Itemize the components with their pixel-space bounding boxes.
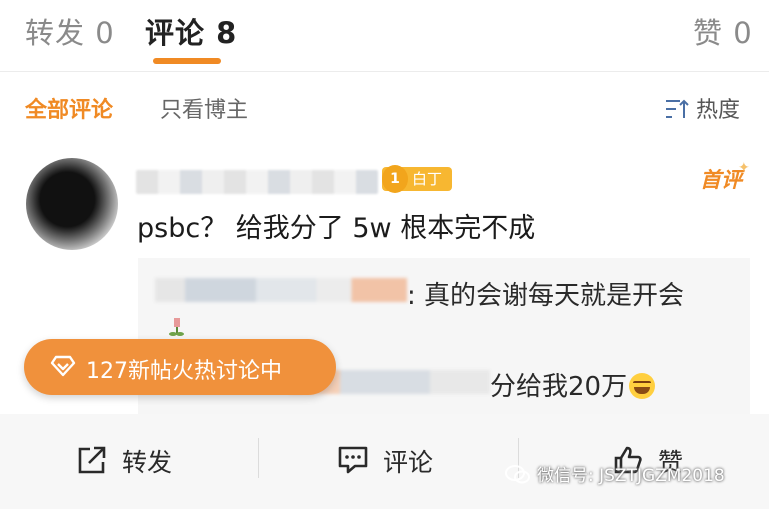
avatar[interactable] xyxy=(26,158,118,250)
level-label: 白丁 xyxy=(412,170,443,188)
share-icon xyxy=(78,446,106,474)
repost-button[interactable]: 转发 xyxy=(76,443,172,479)
tab-likes[interactable]: 赞 0 xyxy=(693,10,753,52)
header-divider xyxy=(0,71,769,72)
tab-comments[interactable]: 评论 8 xyxy=(145,10,237,52)
first-comment-tag: 首评 xyxy=(700,168,742,192)
repost-label: 转发 xyxy=(122,448,173,477)
username-blurred[interactable] xyxy=(136,170,378,194)
sort-by-heat-button[interactable]: 热度 xyxy=(664,92,740,124)
diamond-icon xyxy=(50,355,76,377)
laughing-emoji-icon xyxy=(629,373,656,399)
comment-label: 评论 xyxy=(383,448,434,477)
comment-icon xyxy=(338,446,368,474)
filter-author-only[interactable]: 只看博主 xyxy=(160,92,248,124)
reply-text: : 真的会谢每天就是开会 xyxy=(407,281,685,311)
active-tab-indicator xyxy=(153,58,221,64)
level-number: 1 xyxy=(382,165,408,193)
flower-icon xyxy=(169,318,184,336)
sparkle-icon: ✦ xyxy=(738,160,750,176)
comment-button[interactable]: 评论 xyxy=(337,443,433,479)
level-badge: 1 白丁 xyxy=(382,165,453,193)
tab-repost[interactable]: 转发 0 xyxy=(25,10,115,52)
hot-discussion-label: 127新帖火热讨论中 xyxy=(86,359,282,384)
hot-discussion-pill[interactable]: 127新帖火热讨论中 xyxy=(24,339,336,395)
action-divider xyxy=(258,438,259,478)
sort-label: 热度 xyxy=(696,98,741,123)
filter-all-comments[interactable]: 全部评论 xyxy=(25,92,113,124)
reply-text-content: 分给我20万 xyxy=(490,372,628,402)
sort-icon xyxy=(666,99,689,118)
watermark-text: 微信号: JSZTJGZM2018 xyxy=(537,466,725,486)
reply-username-blurred[interactable] xyxy=(155,278,407,302)
comment-text: psbc？ 给我分了 5w 根本完不成 xyxy=(137,213,536,244)
wechat-watermark: 微信号: JSZTJGZM2018 xyxy=(505,461,725,486)
reply-text: 分给我20万 xyxy=(490,366,656,403)
wechat-icon xyxy=(505,465,530,484)
